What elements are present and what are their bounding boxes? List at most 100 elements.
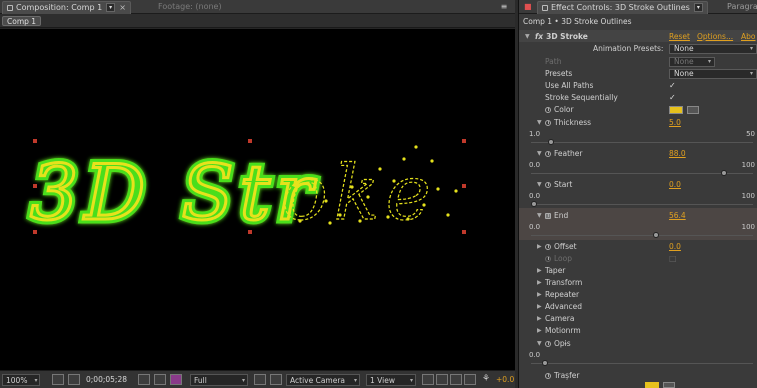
comp-tab-bar: Composition: Comp 1 ▾ × Footage: (none) ≡ [0, 0, 515, 14]
color-row: Color [519, 104, 757, 116]
tab-composition[interactable]: Composition: Comp 1 ▾ × [2, 1, 131, 14]
opacity-knob[interactable] [541, 360, 548, 366]
effect-row[interactable]: ▼ fx 3D Stroke Reset Options... Abo [519, 31, 757, 43]
chevron-down-icon[interactable]: ▾ [693, 3, 703, 12]
group-taper[interactable]: ▶ Taper [519, 265, 757, 277]
end-slider[interactable]: 0.0 100 [519, 223, 757, 243]
collapse-triangle-icon[interactable]: ▶ [537, 265, 542, 277]
about-link[interactable]: Abo [741, 31, 755, 43]
group-camera[interactable]: ▶ Camera [519, 313, 757, 325]
zoom-select[interactable]: 100% ▾ [2, 374, 41, 386]
end-knob[interactable] [652, 232, 659, 238]
bottom-color-swatch[interactable] [645, 382, 659, 388]
region-of-interest-icon[interactable] [254, 374, 266, 385]
camera-select[interactable]: Active Camera ▾ [286, 374, 360, 386]
stopwatch-icon[interactable] [545, 244, 551, 250]
feather-value[interactable]: 88.0 [669, 148, 686, 160]
opacity-slider[interactable]: 0.0 [519, 351, 757, 371]
feather-knob[interactable] [721, 170, 728, 176]
stopwatch-icon[interactable] [545, 107, 551, 113]
expand-triangle-icon[interactable]: ▼ [537, 117, 542, 129]
collapse-triangle-icon[interactable]: ▶ [537, 325, 542, 337]
start-track[interactable] [531, 204, 753, 205]
group-advanced[interactable]: ▶ Advanced [519, 301, 757, 313]
tab-paragraph[interactable]: Paragra [723, 1, 757, 14]
fast-previews-icon[interactable] [436, 374, 448, 385]
comp-breadcrumb-button[interactable]: Comp 1 [2, 16, 42, 26]
composition-viewer[interactable]: 3D Str 3D Str oke [0, 29, 515, 370]
collapse-triangle-icon[interactable]: ▶ [537, 277, 542, 289]
safe-zones-icon[interactable] [52, 374, 64, 385]
eyedropper-icon[interactable] [687, 106, 699, 114]
timecode[interactable]: 0;00;05;28 [86, 374, 127, 386]
feather-slider[interactable]: 0.0 100 [519, 161, 757, 181]
flowchart-icon[interactable] [464, 374, 476, 385]
stopwatch-icon[interactable] [545, 341, 551, 347]
presets-select[interactable]: None ▾ [669, 69, 757, 79]
end-track[interactable] [531, 235, 753, 236]
resolution-select[interactable]: Full ▾ [190, 374, 248, 386]
expand-triangle-icon[interactable]: ▼ [525, 31, 530, 43]
channel-icon[interactable] [170, 374, 182, 385]
path-select: None ▾ [669, 57, 715, 67]
stopwatch-icon[interactable] [545, 182, 551, 188]
snapshot-icon[interactable] [138, 374, 150, 385]
thickness-label: Thickness [545, 117, 591, 129]
exposure-icon[interactable]: ⚘ [482, 374, 490, 386]
options-link[interactable]: Options... [697, 31, 733, 43]
tab-close-red-icon[interactable]: ■ [520, 1, 536, 14]
stopwatch-icon[interactable] [545, 151, 551, 157]
thickness-value[interactable]: 5.0 [669, 117, 681, 129]
grid-icon[interactable] [68, 374, 80, 385]
expand-triangle-icon[interactable]: ▼ [537, 179, 542, 191]
lock-icon[interactable] [7, 4, 13, 11]
start-value[interactable]: 0.0 [669, 179, 681, 191]
thickness-slider[interactable]: 1.0 50 [519, 130, 757, 150]
group-repeater[interactable]: ▶ Repeater [519, 289, 757, 301]
opacity-track[interactable] [531, 363, 753, 364]
toggle-pixel-aspect-icon[interactable] [422, 374, 434, 385]
presets-value: None [674, 69, 694, 78]
expand-triangle-icon[interactable]: ▶ [537, 241, 542, 253]
use-all-paths-checkbox[interactable]: ✓ [669, 82, 677, 90]
collapse-triangle-icon[interactable]: ▶ [537, 289, 542, 301]
feather-track[interactable] [531, 173, 753, 174]
keyframe-stopwatch-icon[interactable] [545, 213, 551, 219]
stopwatch-icon[interactable] [545, 373, 551, 379]
animation-presets-label: Animation Presets: [593, 44, 664, 53]
bottom-eyedropper-icon[interactable] [663, 382, 675, 388]
view-layout-select[interactable]: 1 View ▾ [366, 374, 416, 386]
camera-value: Active Camera [290, 376, 346, 385]
expand-triangle-icon[interactable]: ▼ [537, 338, 542, 350]
chevron-down-icon[interactable]: ▾ [106, 3, 116, 12]
expand-triangle-icon[interactable]: ▼ [537, 210, 542, 222]
color-swatch[interactable] [669, 106, 683, 114]
group-transform[interactable]: ▶ Transform [519, 277, 757, 289]
thickness-track[interactable] [531, 142, 753, 143]
show-snapshot-icon[interactable] [154, 374, 166, 385]
exposure-value[interactable]: +0.0 [496, 374, 514, 386]
tab-composition-label: Composition: Comp 1 [16, 3, 103, 12]
group-motion-blur[interactable]: ▶ Motionrm [519, 325, 757, 337]
animation-presets-select[interactable]: None ▾ [669, 44, 757, 54]
composition-panel: Composition: Comp 1 ▾ × Footage: (none) ≡ … [0, 0, 515, 388]
start-knob[interactable] [531, 201, 537, 207]
close-icon[interactable]: × [119, 2, 126, 14]
panel-menu-icon[interactable]: ≡ [499, 2, 509, 11]
reset-link[interactable]: Reset [669, 31, 690, 43]
collapse-triangle-icon[interactable]: ▶ [537, 313, 542, 325]
expand-triangle-icon[interactable]: ▼ [537, 148, 542, 160]
end-row: ▼ End 56.4 [519, 210, 757, 222]
lock-icon[interactable] [542, 4, 548, 11]
end-value[interactable]: 56.4 [669, 210, 686, 222]
fx-icon[interactable]: fx [535, 31, 543, 43]
stopwatch-icon[interactable] [545, 120, 551, 126]
timeline-icon[interactable] [450, 374, 462, 385]
stroke-seq-checkbox[interactable]: ✓ [669, 94, 677, 102]
thickness-knob[interactable] [548, 139, 555, 145]
transparency-grid-icon[interactable] [270, 374, 282, 385]
tab-footage[interactable]: Footage: (none) [154, 1, 226, 14]
offset-value[interactable]: 0.0 [669, 241, 681, 253]
tab-effect-controls[interactable]: Effect Controls: 3D Stroke Outlines ▾ [537, 1, 708, 14]
collapse-triangle-icon[interactable]: ▶ [537, 301, 542, 313]
